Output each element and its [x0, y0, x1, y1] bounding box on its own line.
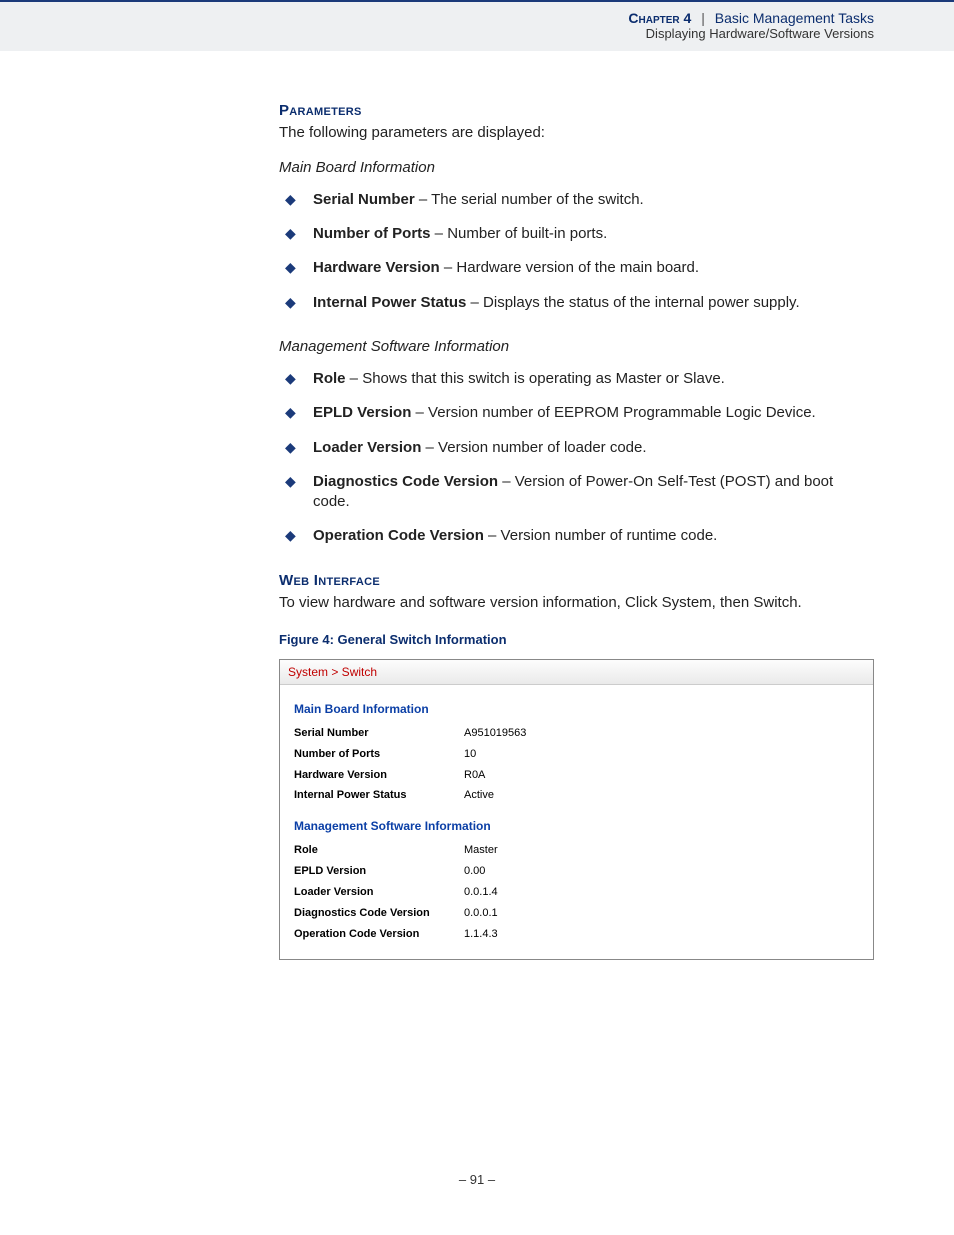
row-key: Diagnostics Code Version — [294, 906, 464, 921]
main-board-info-title: Main Board Information — [279, 158, 874, 178]
list-item: Diagnostics Code Version – Version of Po… — [279, 472, 874, 527]
desc: – Number of built-in ports. — [431, 225, 608, 242]
list-item: Operation Code Version – Version number … — [279, 526, 874, 560]
header-title: Basic Management Tasks — [715, 10, 874, 26]
web-interface-heading: Web Interface — [279, 571, 874, 591]
row-value: Active — [464, 788, 494, 803]
desc: – Version number of EEPROM Programmable … — [411, 404, 815, 421]
term: Internal Power Status — [313, 294, 466, 311]
term: Number of Ports — [313, 225, 431, 242]
table-row: Operation Code Version1.1.4.3 — [294, 924, 859, 945]
web-interface-text: To view hardware and software version in… — [279, 593, 874, 613]
table-row: EPLD Version0.00 — [294, 861, 859, 882]
ss-main-board-title: Main Board Information — [294, 701, 859, 717]
main-content: Parameters The following parameters are … — [0, 51, 954, 960]
desc: – The serial number of the switch. — [415, 191, 644, 208]
table-row: Loader Version0.0.1.4 — [294, 882, 859, 903]
row-key: Hardware Version — [294, 768, 464, 783]
row-value: A951019563 — [464, 726, 526, 741]
list-item: Internal Power Status – Displays the sta… — [279, 293, 874, 327]
parameters-intro: The following parameters are displayed: — [279, 123, 874, 143]
table-row: Serial NumberA951019563 — [294, 723, 859, 744]
row-key: Role — [294, 843, 464, 858]
list-item: Role – Shows that this switch is operati… — [279, 369, 874, 403]
row-key: Operation Code Version — [294, 927, 464, 942]
term: Role — [313, 370, 346, 387]
row-value: 1.1.4.3 — [464, 927, 498, 942]
term: Serial Number — [313, 191, 415, 208]
row-value: 0.00 — [464, 864, 485, 879]
mgmt-software-title: Management Software Information — [279, 337, 874, 357]
row-value: 0.0.1.4 — [464, 885, 498, 900]
table-row: RoleMaster — [294, 840, 859, 861]
main-board-list: Serial Number – The serial number of the… — [279, 190, 874, 327]
row-key: Internal Power Status — [294, 788, 464, 803]
term: Loader Version — [313, 439, 421, 456]
term: Operation Code Version — [313, 527, 484, 544]
row-key: Loader Version — [294, 885, 464, 900]
desc: – Displays the status of the internal po… — [466, 294, 799, 311]
figure-caption: Figure 4: General Switch Information — [279, 631, 874, 649]
table-row: Hardware VersionR0A — [294, 765, 859, 786]
row-key: Serial Number — [294, 726, 464, 741]
header-subtitle: Displaying Hardware/Software Versions — [0, 26, 874, 41]
screenshot-panel: System > Switch Main Board Information S… — [279, 659, 874, 960]
row-value: R0A — [464, 768, 485, 783]
desc: – Version number of loader code. — [421, 439, 646, 456]
desc: – Shows that this switch is operating as… — [346, 370, 725, 387]
list-item: Loader Version – Version number of loade… — [279, 438, 874, 472]
row-key: EPLD Version — [294, 864, 464, 879]
row-value: 10 — [464, 747, 476, 762]
desc: – Hardware version of the main board. — [440, 259, 699, 276]
parameters-heading: Parameters — [279, 101, 874, 121]
term: EPLD Version — [313, 404, 411, 421]
row-key: Number of Ports — [294, 747, 464, 762]
ss-mgmt-title: Management Software Information — [294, 818, 859, 834]
breadcrumb: System > Switch — [280, 660, 873, 685]
list-item: Serial Number – The serial number of the… — [279, 190, 874, 224]
list-item: Number of Ports – Number of built-in por… — [279, 224, 874, 258]
table-row: Number of Ports10 — [294, 744, 859, 765]
list-item: EPLD Version – Version number of EEPROM … — [279, 403, 874, 437]
header-chapter: Chapter 4 — [628, 10, 691, 26]
list-item: Hardware Version – Hardware version of t… — [279, 258, 874, 292]
term: Diagnostics Code Version — [313, 473, 498, 490]
desc: – Version number of runtime code. — [484, 527, 717, 544]
row-value: Master — [464, 843, 498, 858]
row-value: 0.0.0.1 — [464, 906, 498, 921]
table-row: Internal Power StatusActive — [294, 785, 859, 806]
header-separator: | — [701, 10, 705, 26]
table-row: Diagnostics Code Version0.0.0.1 — [294, 903, 859, 924]
mgmt-software-list: Role – Shows that this switch is operati… — [279, 369, 874, 561]
page-header: Chapter 4 | Basic Management Tasks Displ… — [0, 0, 954, 51]
term: Hardware Version — [313, 259, 440, 276]
page-number: – 91 – — [0, 1172, 954, 1187]
